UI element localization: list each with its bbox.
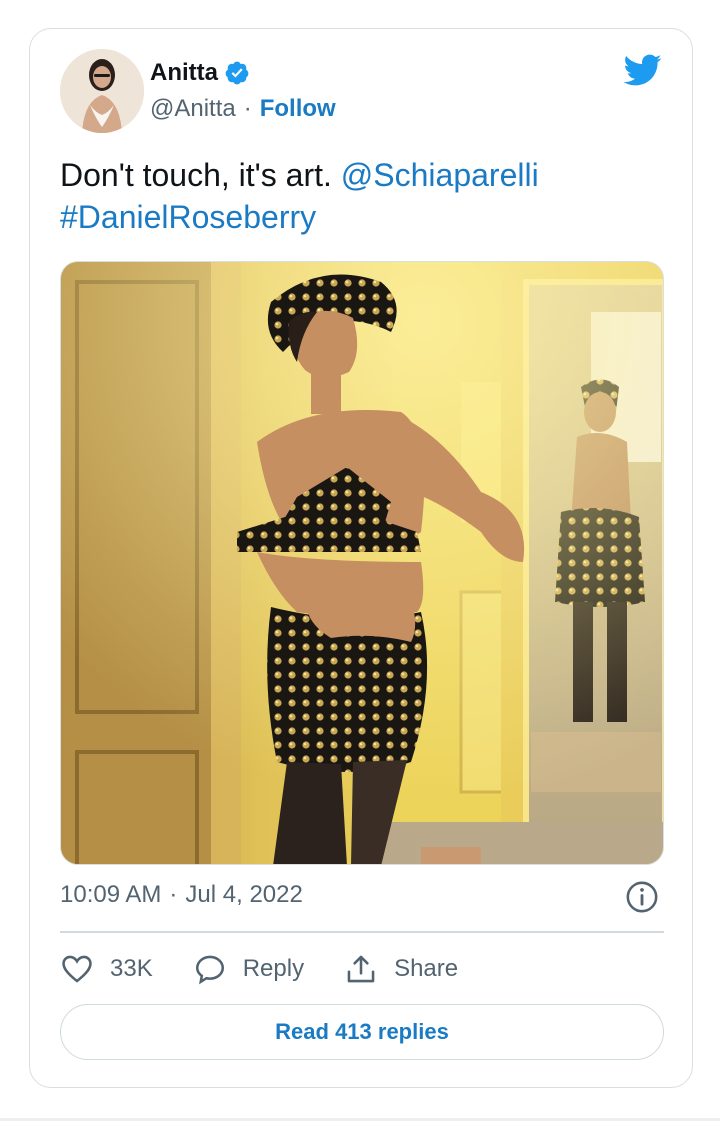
like-button[interactable]: 33K (60, 952, 153, 986)
tweet-date[interactable]: Jul 4, 2022 (185, 881, 302, 909)
author-name-row: Anitta (150, 59, 250, 87)
read-replies-button[interactable]: Read 413 replies (60, 1004, 664, 1060)
twitter-bird-icon[interactable] (622, 53, 662, 87)
tweet-card: Anitta @Anitta · Follow Don't touch, it'… (29, 28, 693, 1088)
share-button[interactable]: Share (344, 952, 458, 986)
share-icon (347, 955, 375, 983)
action-bar: 33K Reply Share (60, 949, 498, 989)
tweet-meta: 10:09 AM · Jul 4, 2022 (60, 881, 303, 909)
avatar-image (60, 49, 144, 133)
follow-button[interactable]: Follow (260, 95, 336, 123)
tweet-text: Don't touch, it's art. @Schiaparelli #Da… (60, 154, 670, 238)
divider (60, 931, 664, 933)
hashtag-link[interactable]: #DanielRoseberry (60, 199, 316, 235)
tweet-body: Don't touch, it's art. (60, 157, 332, 193)
share-label: Share (394, 955, 459, 982)
heart-icon (62, 955, 92, 983)
photo-icon (61, 262, 663, 864)
reply-label: Reply (242, 955, 305, 982)
verified-badge-icon (225, 61, 249, 85)
info-icon[interactable] (625, 880, 659, 914)
reply-bubble-icon (195, 955, 224, 985)
author-name[interactable]: Anitta (150, 59, 218, 87)
mention-link[interactable]: @Schiaparelli (341, 157, 539, 193)
separator: · (169, 881, 178, 908)
reply-button[interactable]: Reply (193, 952, 304, 986)
separator: · (243, 95, 252, 122)
like-count: 33K (110, 955, 153, 982)
author-handle-row: @Anitta · Follow (150, 95, 336, 123)
author-handle[interactable]: @Anitta (150, 95, 236, 123)
tweet-photo[interactable] (60, 261, 664, 865)
tweet-time[interactable]: 10:09 AM (60, 881, 161, 909)
author-avatar[interactable] (60, 49, 144, 133)
